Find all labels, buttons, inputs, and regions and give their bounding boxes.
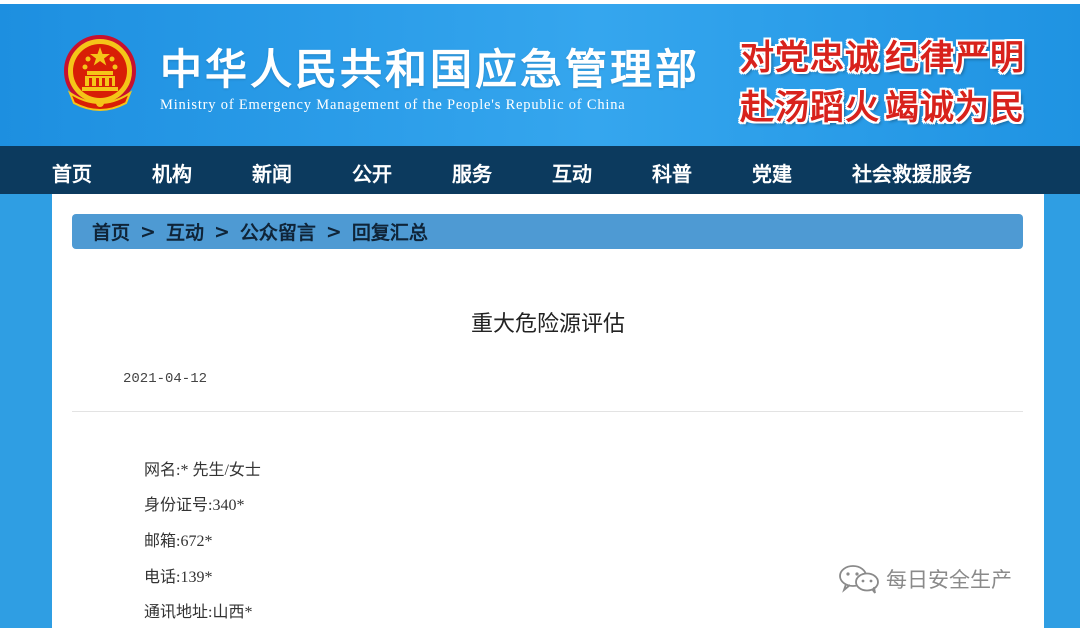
slogan-4: 竭诚为民 bbox=[885, 88, 1025, 128]
breadcrumb-separator: > bbox=[325, 220, 342, 243]
site-title-cn: 中华人民共和国应急管理部 bbox=[160, 45, 701, 94]
watermark-text: 每日安全生产 bbox=[886, 568, 1012, 592]
nav-item-services[interactable]: 服务 bbox=[452, 158, 492, 187]
slogan-1: 对党忠诚 bbox=[740, 38, 880, 78]
divider bbox=[72, 411, 1023, 412]
breadcrumb-separator: > bbox=[140, 220, 156, 243]
site-title-en: Ministry of Emergency Management of the … bbox=[160, 97, 626, 113]
nav-item-rescue-services[interactable]: 社会救援服务 bbox=[852, 158, 972, 187]
header-top-line bbox=[0, 0, 1080, 4]
article-date: 2021-04-12 bbox=[123, 371, 208, 387]
nav-item-interaction[interactable]: 互动 bbox=[552, 158, 592, 187]
breadcrumb-home[interactable]: 首页 bbox=[92, 218, 130, 245]
nav-item-party[interactable]: 党建 bbox=[752, 158, 792, 187]
nav-item-news[interactable]: 新闻 bbox=[252, 158, 292, 187]
wechat-icon bbox=[839, 565, 879, 594]
field-nickname: 网名:* 先生/女士 bbox=[144, 462, 261, 479]
field-address: 通讯地址:山西* bbox=[144, 604, 253, 621]
breadcrumb: 首页 > 互动 > 公众留言 > 回复汇总 bbox=[72, 214, 1023, 249]
main-nav: 首页 机构 新闻 公开 服务 互动 科普 党建 社会救援服务 bbox=[0, 146, 1080, 194]
nav-item-home[interactable]: 首页 bbox=[52, 158, 92, 187]
nav-item-disclosure[interactable]: 公开 bbox=[352, 158, 392, 187]
breadcrumb-public-messages[interactable]: 公众留言 bbox=[240, 218, 316, 245]
nav-item-organization[interactable]: 机构 bbox=[152, 158, 192, 187]
field-phone: 电话:139* bbox=[144, 569, 213, 586]
slogan-2: 纪律严明 bbox=[885, 38, 1025, 78]
article-title: 重大危险源评估 bbox=[470, 312, 625, 337]
content-panel: 首页 > 互动 > 公众留言 > 回复汇总 重大危险源评估 2021-04-12… bbox=[52, 194, 1044, 628]
nav-item-science[interactable]: 科普 bbox=[652, 158, 692, 187]
breadcrumb-reply-summary[interactable]: 回复汇总 bbox=[352, 218, 428, 245]
watermark: 每日安全生产 bbox=[838, 564, 1012, 594]
breadcrumb-interaction[interactable]: 互动 bbox=[166, 218, 204, 245]
field-email: 邮箱:672* bbox=[144, 533, 213, 550]
slogan-3: 赴汤蹈火 bbox=[740, 88, 880, 128]
field-id-number: 身份证号:340* bbox=[144, 497, 245, 514]
site-header: 中华人民共和国应急管理部 Ministry of Emergency Manag… bbox=[0, 0, 1080, 146]
national-emblem-icon bbox=[64, 35, 136, 111]
breadcrumb-separator: > bbox=[213, 220, 230, 243]
